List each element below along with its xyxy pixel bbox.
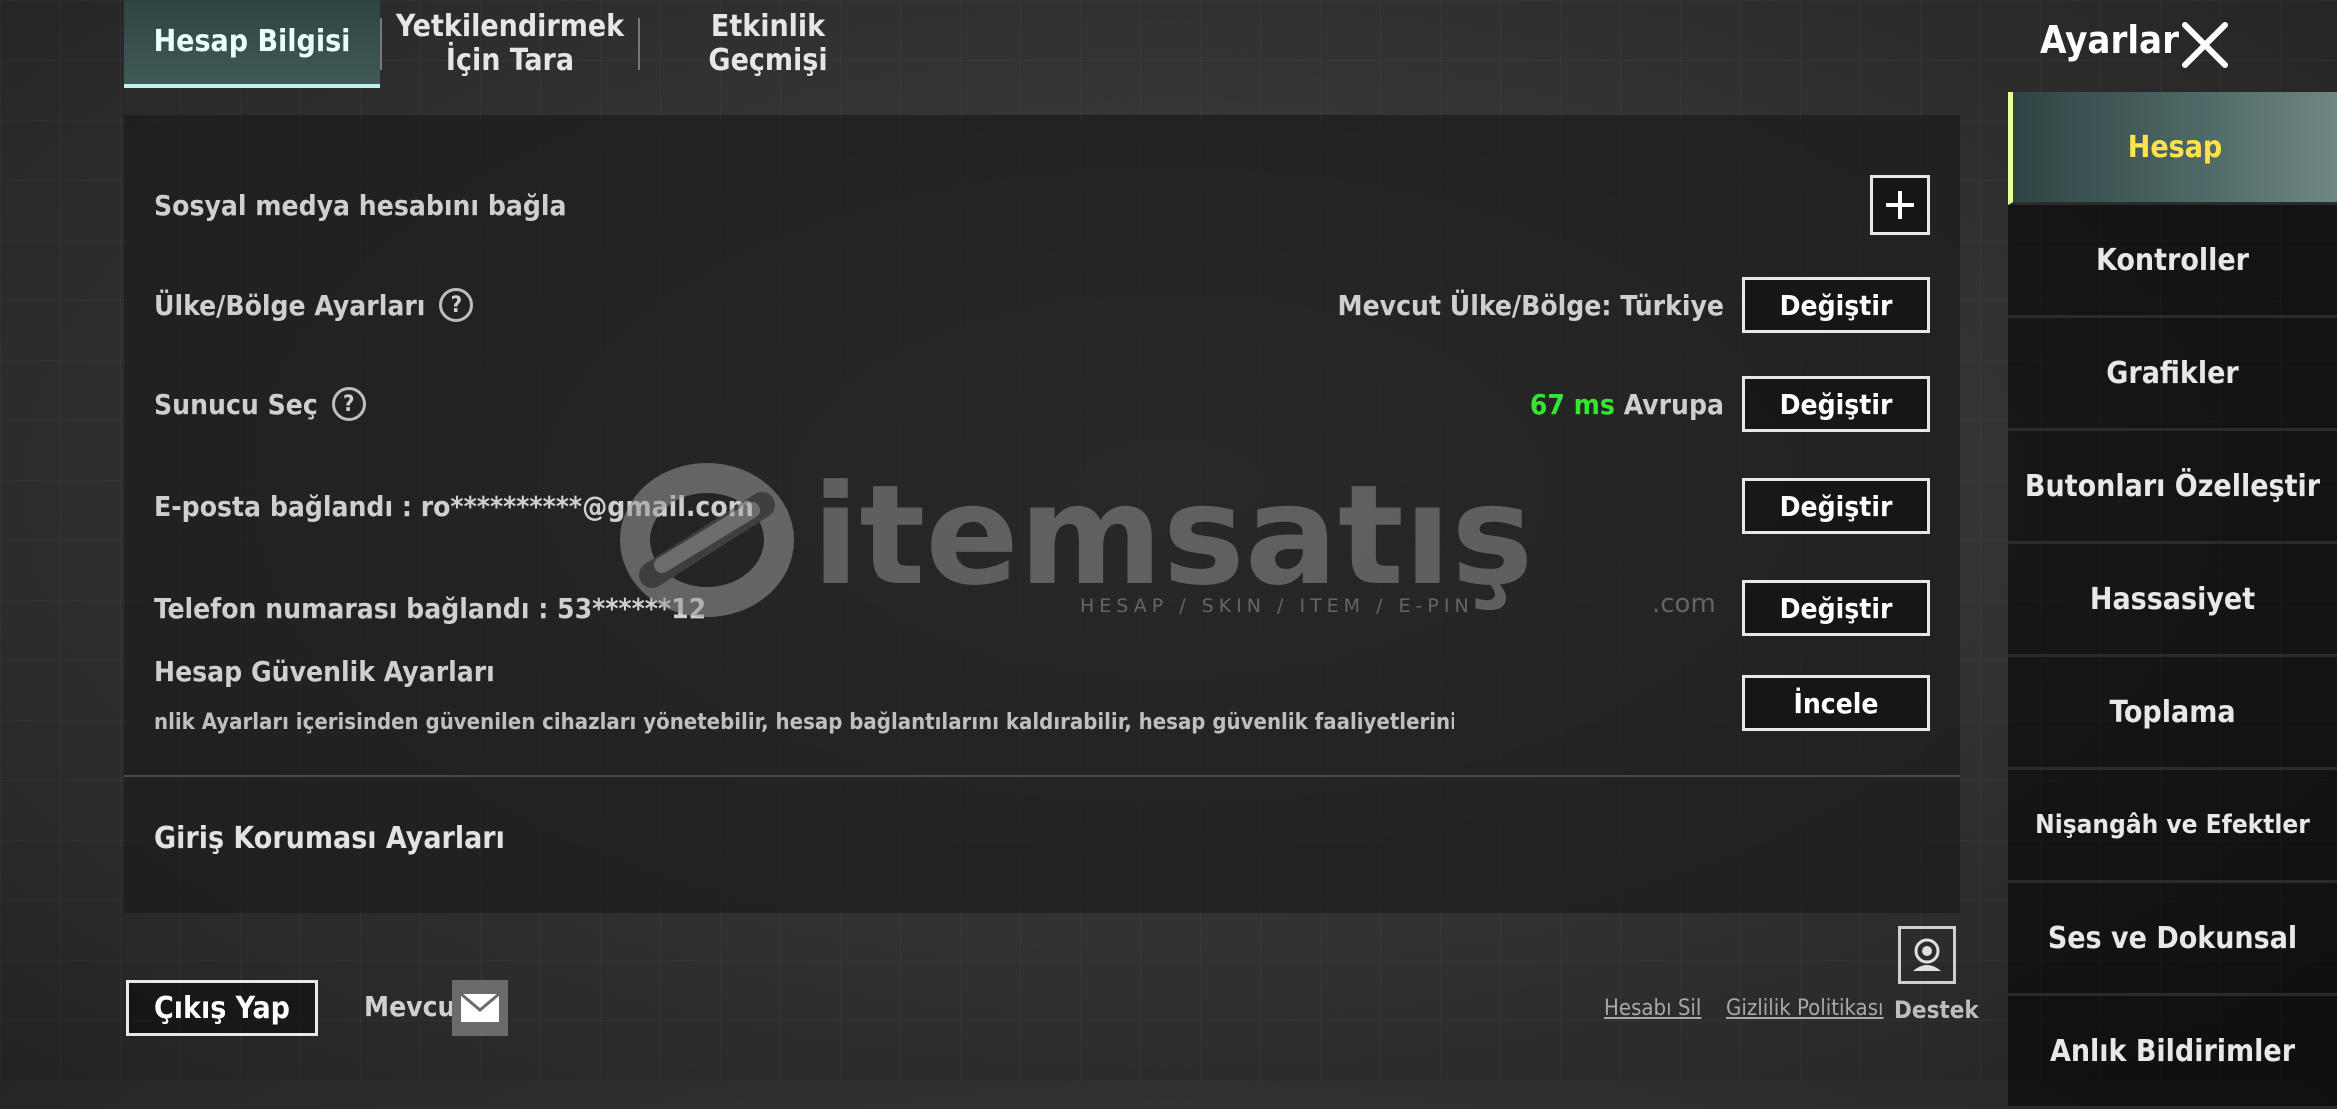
plus-icon <box>1886 191 1914 219</box>
phone-label: Telefon numarası bağlandı : 53******12 <box>154 591 707 625</box>
sidebar-item-account[interactable]: Hesap <box>2008 92 2337 205</box>
sidebar-item-sensitivity[interactable]: Hassasiyet <box>2008 544 2337 657</box>
change-region-button[interactable]: Değiştir <box>1742 277 1930 333</box>
sidebar-item-crosshair-effects[interactable]: Nişangâh ve Efektler <box>2008 770 2337 883</box>
tab-activity-history[interactable]: Etkinlik Geçmişi <box>640 0 896 88</box>
server-region: Avrupa <box>1623 387 1724 421</box>
review-security-button[interactable]: İncele <box>1742 675 1930 731</box>
login-protection-title: Giriş Koruması Ayarları <box>154 821 505 856</box>
clipped-row <box>154 903 1934 913</box>
region-row: Ülke/Bölge Ayarları ? Mevcut Ülke/Bölge:… <box>154 277 1930 333</box>
mail-icon[interactable] <box>452 980 508 1036</box>
settings-sidebar: Hesap Kontroller Grafikler Butonları Öze… <box>2008 92 2337 1109</box>
top-tabs: Hesap Bilgisi Yetkilendirmek İçin Tara E… <box>124 0 896 88</box>
tab-account-info[interactable]: Hesap Bilgisi <box>124 0 380 88</box>
account-panel: Sosyal medya hesabını bağla Ülke/Bölge A… <box>124 115 1960 913</box>
security-description: nlik Ayarları içerisinden güvenilen ciha… <box>154 710 1454 735</box>
sidebar-item-graphics[interactable]: Grafikler <box>2008 318 2337 431</box>
section-divider <box>124 775 1960 777</box>
tab-scan-to-authorize[interactable]: Yetkilendirmek İçin Tara <box>382 0 638 88</box>
change-email-button[interactable]: Değiştir <box>1742 478 1930 534</box>
page-title: Ayarlar <box>2040 18 2179 62</box>
social-link-row: Sosyal medya hesabını bağla <box>154 175 1930 235</box>
sidebar-item-audio-haptics[interactable]: Ses ve Dokunsal <box>2008 883 2337 996</box>
social-link-label: Sosyal medya hesabını bağla <box>154 188 567 222</box>
logout-button[interactable]: Çıkış Yap <box>126 980 318 1036</box>
sidebar-item-notifications[interactable]: Anlık Bildirimler <box>2008 996 2337 1109</box>
privacy-policy-link[interactable]: Gizlilik Politikası <box>1726 996 1884 1021</box>
sidebar-item-customize-buttons[interactable]: Butonları Özelleştir <box>2008 431 2337 544</box>
support-link[interactable]: Destek <box>1894 996 1979 1024</box>
email-row: E-posta bağlandı : ro**********@gmail.co… <box>154 478 1930 534</box>
help-icon[interactable]: ? <box>331 387 366 421</box>
help-icon[interactable]: ? <box>439 288 474 322</box>
support-icon[interactable] <box>1898 926 1956 984</box>
security-title: Hesap Güvenlik Ayarları <box>154 655 495 688</box>
server-label: Sunucu Seç <box>154 387 318 421</box>
email-label: E-posta bağlandı : ro**********@gmail.co… <box>154 489 754 523</box>
phone-row: Telefon numarası bağlandı : 53******12 D… <box>154 580 1930 636</box>
region-value: Mevcut Ülke/Bölge: Türkiye <box>1337 288 1725 322</box>
sidebar-item-controls[interactable]: Kontroller <box>2008 205 2337 318</box>
delete-account-link[interactable]: Hesabı Sil <box>1604 996 1701 1021</box>
server-row: Sunucu Seç ? 67 ms Avrupa Değiştir <box>154 376 1930 432</box>
sidebar-item-pickup[interactable]: Toplama <box>2008 657 2337 770</box>
server-ping: 67 ms <box>1529 387 1615 421</box>
change-server-button[interactable]: Değiştir <box>1742 376 1930 432</box>
region-label: Ülke/Bölge Ayarları <box>154 288 426 322</box>
add-social-button[interactable] <box>1870 175 1930 235</box>
close-icon[interactable] <box>2180 20 2230 70</box>
change-phone-button[interactable]: Değiştir <box>1742 580 1930 636</box>
